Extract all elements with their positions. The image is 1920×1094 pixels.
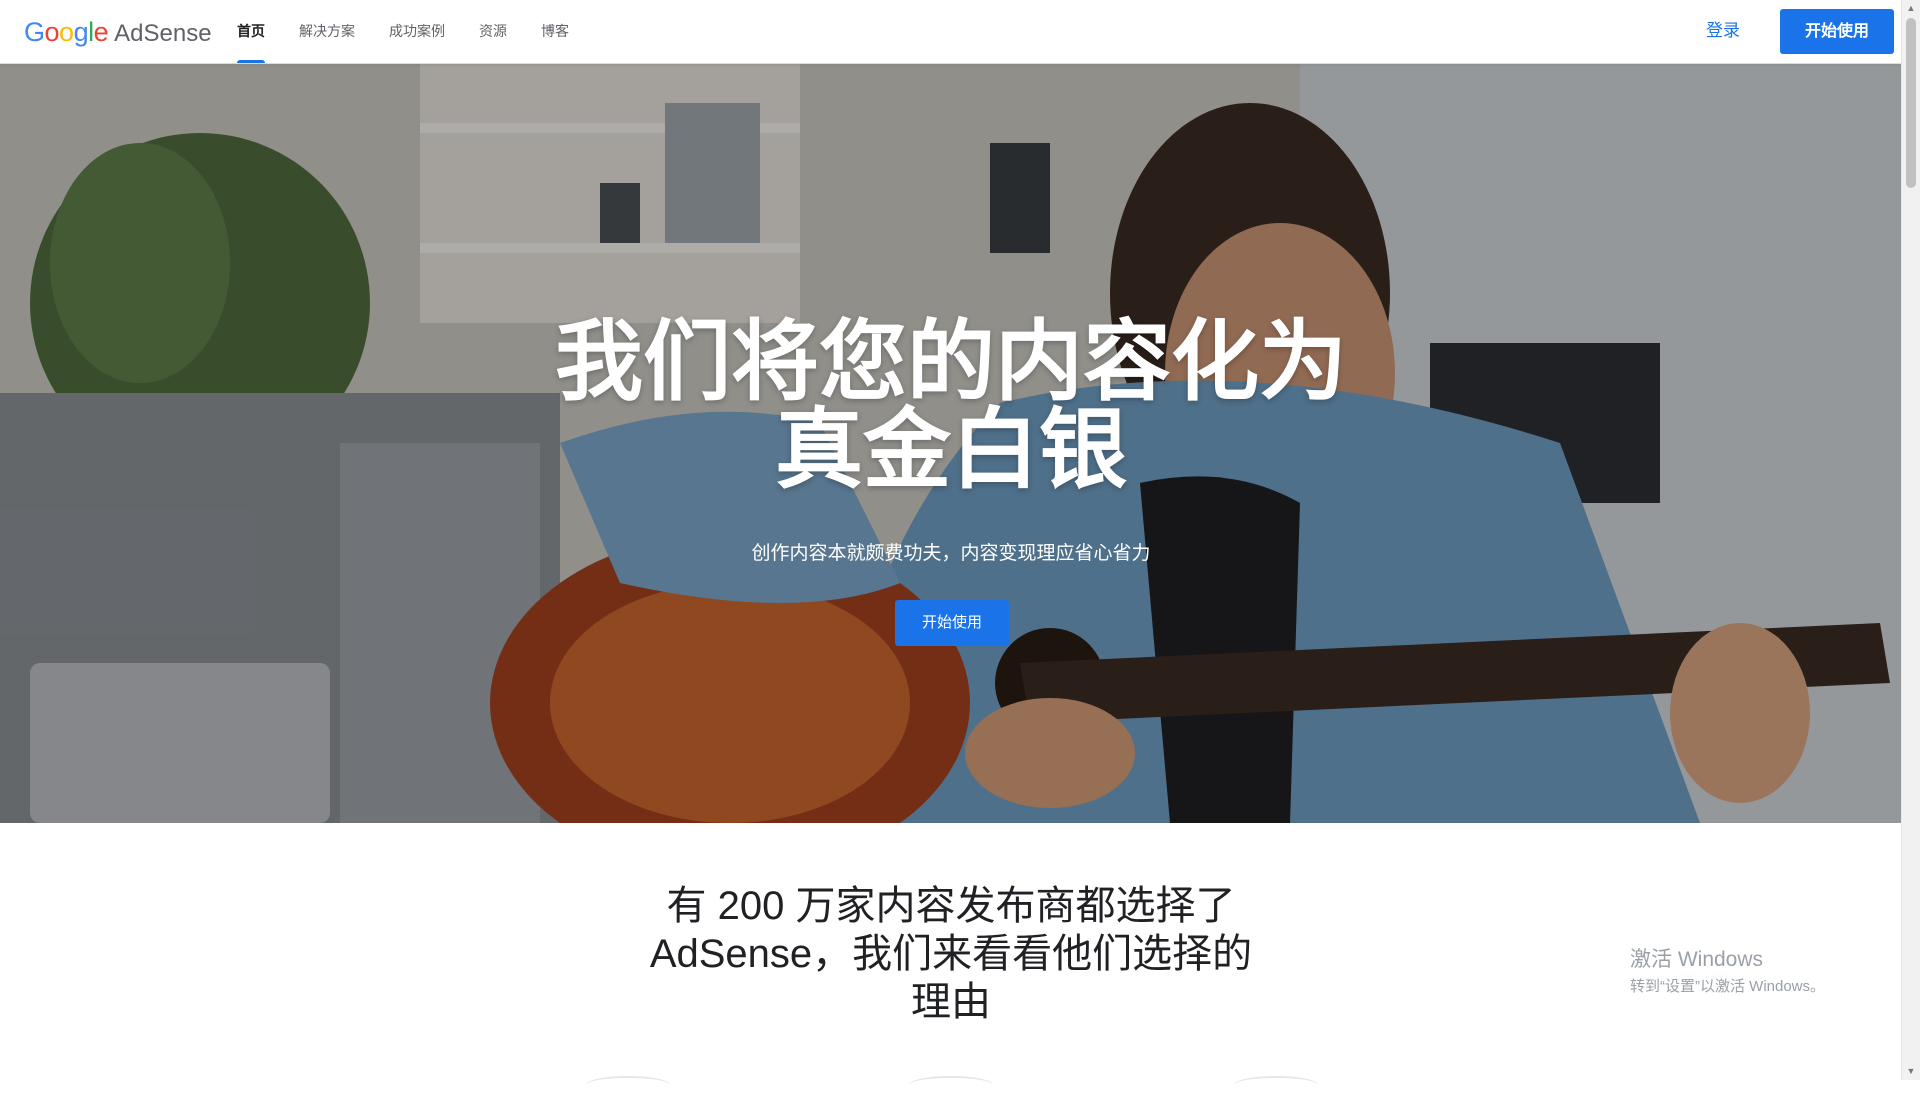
hero-banner: 我们将您的内容化为 真金白银 创作内容本就颇费功夫，内容变现理应省心省力 开始使… bbox=[0, 63, 1902, 823]
section-title-line2: AdSense，我们来看看他们选择的 bbox=[649, 932, 1253, 976]
nav-item-blog[interactable]: 博客 bbox=[529, 0, 581, 63]
card-peek-2 bbox=[909, 1076, 993, 1094]
logo-letter-g: G bbox=[24, 17, 45, 47]
hero-heading-line1: 我们将您的内容化为 bbox=[554, 312, 1347, 411]
nav-item-success-stories[interactable]: 成功案例 bbox=[377, 0, 457, 63]
google-wordmark: Google bbox=[24, 17, 109, 48]
page-scrollbar[interactable]: ▲ ▼ bbox=[1901, 0, 1920, 1080]
adsense-wordmark: AdSense bbox=[114, 20, 212, 47]
scroll-up-arrow-icon[interactable]: ▲ bbox=[1902, 0, 1920, 17]
section-title-line3: 理由 bbox=[911, 980, 991, 1024]
windows-activation-watermark: 激活 Windows 转到“设置”以激活 Windows。 bbox=[1630, 943, 1825, 996]
scrollbar-thumb[interactable] bbox=[1906, 18, 1916, 188]
logo-letter-o1: o bbox=[44, 17, 60, 47]
card-peek-3 bbox=[1234, 1076, 1318, 1094]
publishers-section-title: 有 200 万家内容发布商都选择了 AdSense，我们来看看他们选择的 理由 bbox=[600, 882, 1302, 1026]
nav-item-solutions[interactable]: 解决方案 bbox=[287, 0, 367, 63]
get-started-button-header[interactable]: 开始使用 bbox=[1780, 9, 1894, 54]
signin-link[interactable]: 登录 bbox=[1688, 8, 1758, 54]
google-adsense-logo[interactable]: Google AdSense bbox=[24, 17, 212, 48]
nav-item-resources[interactable]: 资源 bbox=[467, 0, 519, 63]
nav-item-home[interactable]: 首页 bbox=[225, 0, 277, 63]
hero-heading: 我们将您的内容化为 真金白银 bbox=[0, 318, 1902, 494]
logo-letter-e: e bbox=[93, 17, 109, 47]
logo-letter-g2: g bbox=[73, 17, 89, 47]
card-peek-1 bbox=[586, 1076, 670, 1094]
section-title-line1: 有 200 万家内容发布商都选择了 bbox=[666, 884, 1236, 928]
main-nav: 首页 解决方案 成功案例 资源 博客 bbox=[225, 0, 591, 63]
activation-line-2: 转到“设置”以激活 Windows。 bbox=[1630, 978, 1826, 995]
activation-line-1: 激活 Windows bbox=[1630, 948, 1764, 971]
scroll-down-arrow-icon[interactable]: ▼ bbox=[1902, 1063, 1920, 1080]
top-navigation-bar: Google AdSense 首页 解决方案 成功案例 资源 博客 登录 开始使… bbox=[0, 0, 1902, 64]
hero-heading-line2: 真金白银 bbox=[774, 400, 1127, 499]
get-started-button-hero[interactable]: 开始使用 bbox=[895, 600, 1009, 646]
logo-letter-o2: o bbox=[59, 17, 74, 47]
hero-subtitle: 创作内容本就颇费功夫，内容变现理应省心省力 bbox=[751, 543, 1151, 564]
